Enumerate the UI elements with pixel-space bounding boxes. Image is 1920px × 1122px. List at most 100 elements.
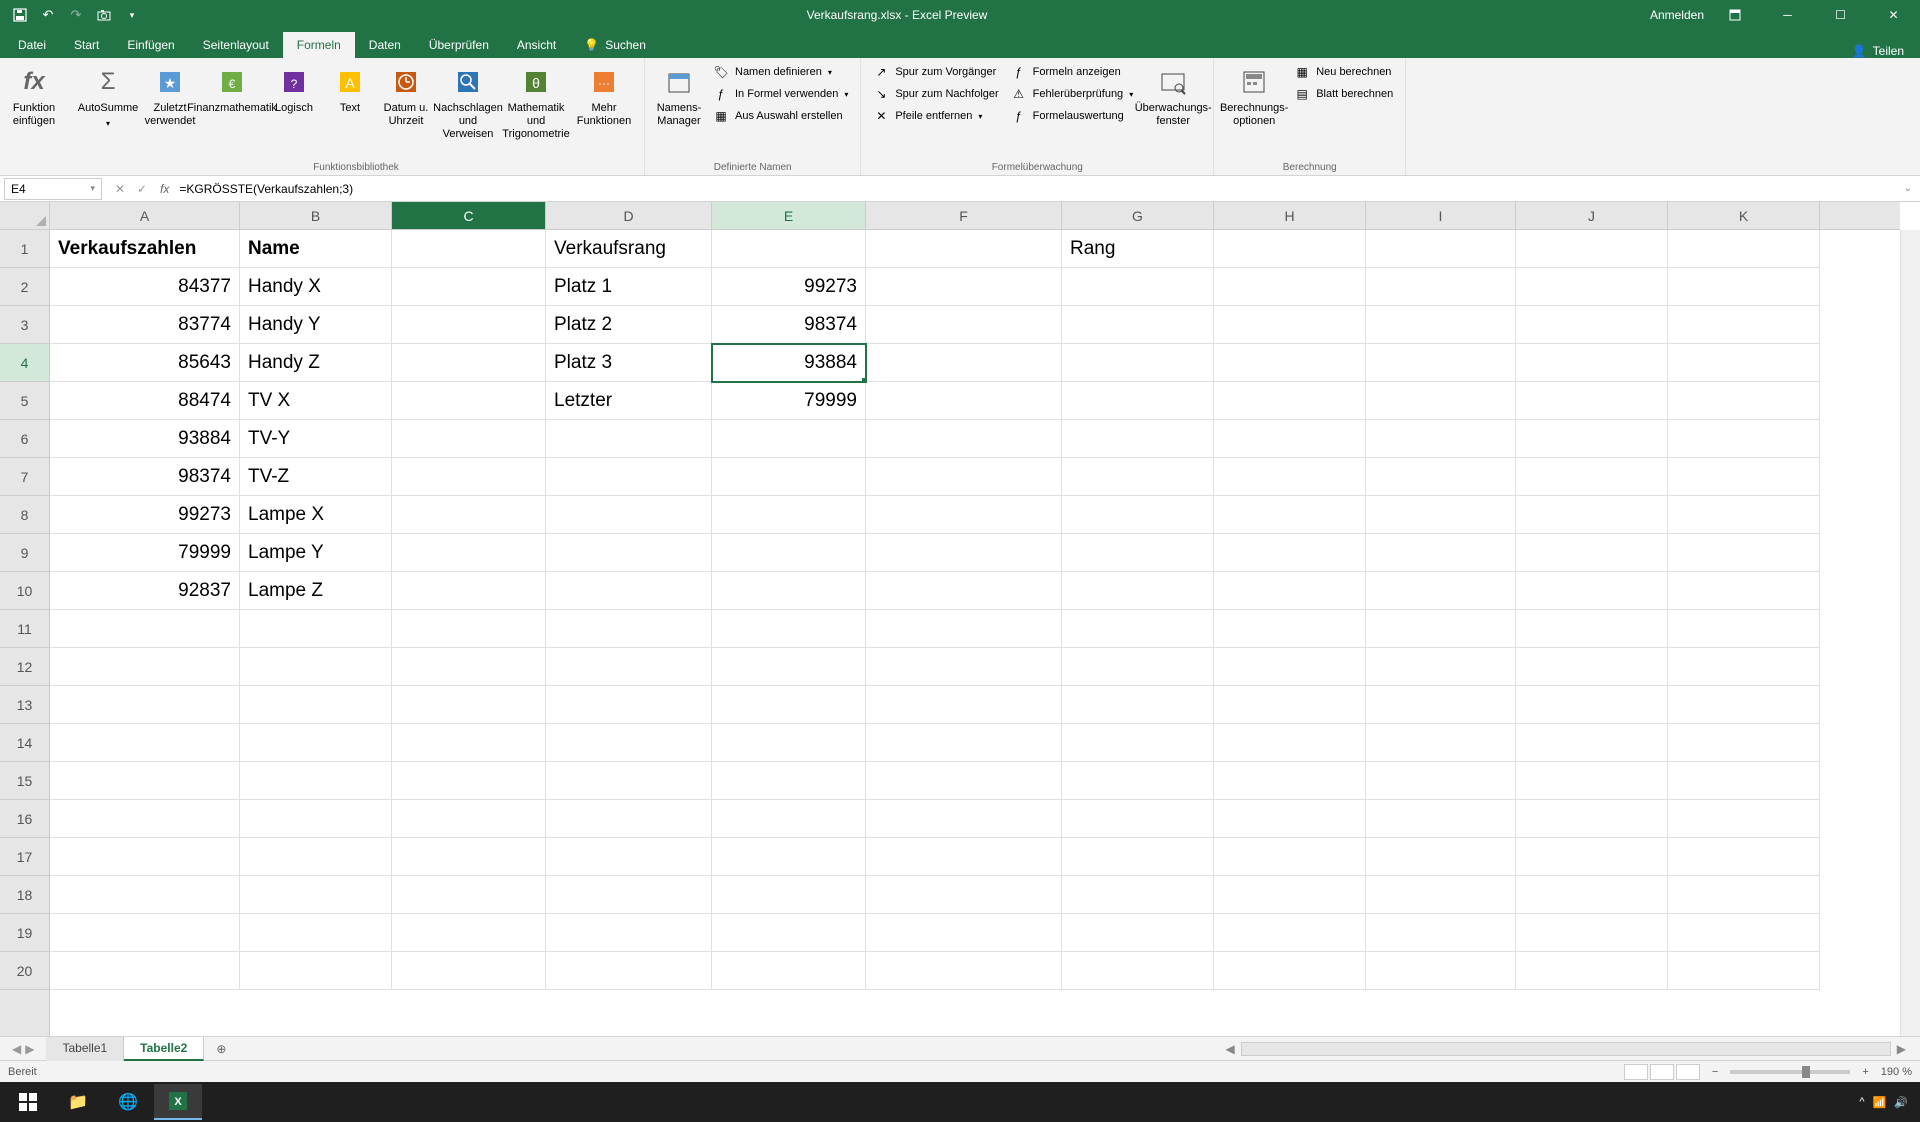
row-header-1[interactable]: 1 (0, 230, 49, 268)
tray-chevron-icon[interactable]: ^ (1859, 1096, 1864, 1108)
cell-C13[interactable] (392, 686, 546, 724)
cell-B14[interactable] (240, 724, 392, 762)
cell-J13[interactable] (1516, 686, 1668, 724)
cell-K14[interactable] (1668, 724, 1820, 762)
expand-formula-icon[interactable]: ⌄ (1896, 183, 1920, 194)
cell-A20[interactable] (50, 952, 240, 990)
cell-A19[interactable] (50, 914, 240, 952)
cell-B15[interactable] (240, 762, 392, 800)
cell-B7[interactable]: TV-Z (240, 458, 392, 496)
cell-D17[interactable] (546, 838, 712, 876)
use-in-formula-button[interactable]: ƒIn Formel verwenden▾ (709, 84, 852, 104)
cell-J14[interactable] (1516, 724, 1668, 762)
cell-F8[interactable] (866, 496, 1062, 534)
cell-E16[interactable] (712, 800, 866, 838)
cell-J19[interactable] (1516, 914, 1668, 952)
cell-B2[interactable]: Handy X (240, 268, 392, 306)
cell-I10[interactable] (1366, 572, 1516, 610)
cell-J18[interactable] (1516, 876, 1668, 914)
cell-F13[interactable] (866, 686, 1062, 724)
cell-I8[interactable] (1366, 496, 1516, 534)
cell-J16[interactable] (1516, 800, 1668, 838)
cell-H13[interactable] (1214, 686, 1366, 724)
cell-D20[interactable] (546, 952, 712, 990)
cell-F10[interactable] (866, 572, 1062, 610)
cell-E19[interactable] (712, 914, 866, 952)
cell-C1[interactable] (392, 230, 546, 268)
minimize-button[interactable]: ─ (1765, 0, 1810, 30)
show-formulas-button[interactable]: ƒFormeln anzeigen (1007, 62, 1138, 82)
cell-C20[interactable] (392, 952, 546, 990)
cell-E20[interactable] (712, 952, 866, 990)
sheet-nav-next-icon[interactable]: ▶ (25, 1042, 34, 1056)
calculate-now-button[interactable]: ▦Neu berechnen (1290, 62, 1397, 82)
cell-K13[interactable] (1668, 686, 1820, 724)
cell-K2[interactable] (1668, 268, 1820, 306)
cell-J20[interactable] (1516, 952, 1668, 990)
cell-J17[interactable] (1516, 838, 1668, 876)
tab-start[interactable]: Start (60, 32, 113, 58)
cell-H14[interactable] (1214, 724, 1366, 762)
cell-B6[interactable]: TV-Y (240, 420, 392, 458)
cell-I12[interactable] (1366, 648, 1516, 686)
cell-J4[interactable] (1516, 344, 1668, 382)
save-icon[interactable] (8, 3, 32, 27)
cell-D16[interactable] (546, 800, 712, 838)
cell-I7[interactable] (1366, 458, 1516, 496)
cell-A1[interactable]: Verkaufszahlen (50, 230, 240, 268)
cell-G17[interactable] (1062, 838, 1214, 876)
cell-E1[interactable] (712, 230, 866, 268)
cell-A7[interactable]: 98374 (50, 458, 240, 496)
error-checking-button[interactable]: ⚠Fehlerüberprüfung▾ (1007, 84, 1138, 104)
cell-G1[interactable]: Rang (1062, 230, 1214, 268)
column-header-C[interactable]: C (392, 202, 546, 229)
cell-K6[interactable] (1668, 420, 1820, 458)
row-header-19[interactable]: 19 (0, 914, 49, 952)
zoom-level[interactable]: 190 % (1881, 1066, 1912, 1078)
cell-D1[interactable]: Verkaufsrang (546, 230, 712, 268)
column-header-A[interactable]: A (50, 202, 240, 229)
cell-C16[interactable] (392, 800, 546, 838)
cell-K17[interactable] (1668, 838, 1820, 876)
cell-K4[interactable] (1668, 344, 1820, 382)
cell-B11[interactable] (240, 610, 392, 648)
row-header-6[interactable]: 6 (0, 420, 49, 458)
cell-G20[interactable] (1062, 952, 1214, 990)
cell-F6[interactable] (866, 420, 1062, 458)
cell-E17[interactable] (712, 838, 866, 876)
cell-E6[interactable] (712, 420, 866, 458)
cell-A11[interactable] (50, 610, 240, 648)
cell-D18[interactable] (546, 876, 712, 914)
cell-B17[interactable] (240, 838, 392, 876)
cell-J11[interactable] (1516, 610, 1668, 648)
tab-ueberpruefen[interactable]: Überprüfen (415, 32, 503, 58)
cell-I6[interactable] (1366, 420, 1516, 458)
cell-I16[interactable] (1366, 800, 1516, 838)
qat-customize-icon[interactable]: ▾ (120, 3, 144, 27)
remove-arrows-button[interactable]: ✕Pfeile entfernen▾ (869, 106, 1002, 126)
row-header-10[interactable]: 10 (0, 572, 49, 610)
cell-C5[interactable] (392, 382, 546, 420)
cell-G3[interactable] (1062, 306, 1214, 344)
cell-G15[interactable] (1062, 762, 1214, 800)
maximize-button[interactable]: ☐ (1818, 0, 1863, 30)
cell-E11[interactable] (712, 610, 866, 648)
cell-K18[interactable] (1668, 876, 1820, 914)
accept-formula-icon[interactable]: ✓ (132, 182, 152, 196)
watch-window-button[interactable]: Überwachungs-fenster (1141, 62, 1205, 132)
cell-G5[interactable] (1062, 382, 1214, 420)
row-header-4[interactable]: 4 (0, 344, 49, 382)
horizontal-scrollbar[interactable] (1241, 1042, 1891, 1056)
cell-F20[interactable] (866, 952, 1062, 990)
cell-E14[interactable] (712, 724, 866, 762)
cell-I9[interactable] (1366, 534, 1516, 572)
cell-F3[interactable] (866, 306, 1062, 344)
tab-daten[interactable]: Daten (355, 32, 415, 58)
math-button[interactable]: θMathematik und Trigonometrie (504, 62, 568, 146)
cell-B4[interactable]: Handy Z (240, 344, 392, 382)
cell-H10[interactable] (1214, 572, 1366, 610)
cell-J10[interactable] (1516, 572, 1668, 610)
tab-suchen[interactable]: 💡Suchen (570, 32, 660, 58)
row-header-5[interactable]: 5 (0, 382, 49, 420)
cell-F7[interactable] (866, 458, 1062, 496)
